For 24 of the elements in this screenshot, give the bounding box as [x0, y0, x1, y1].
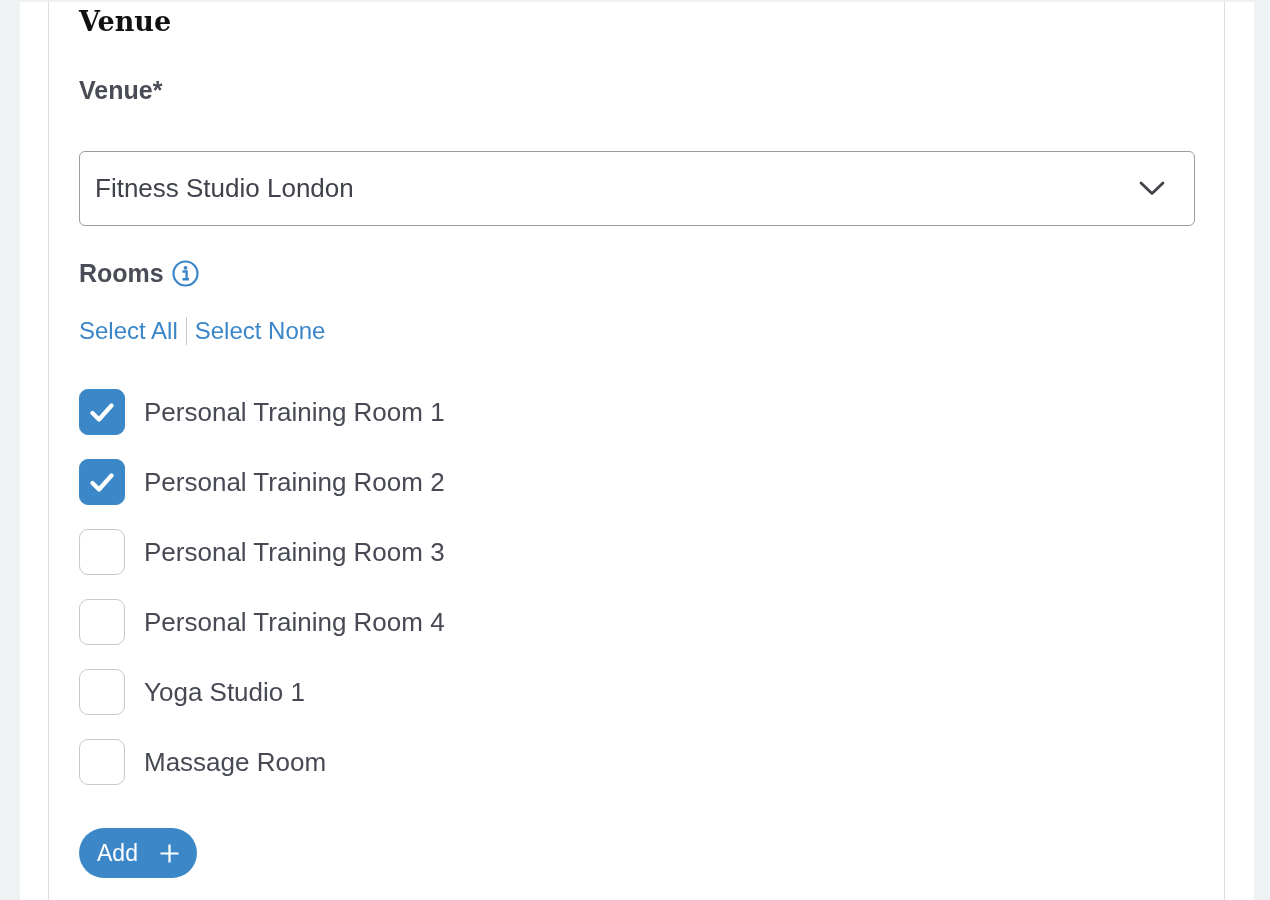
checkbox[interactable]: [79, 529, 125, 575]
checkbox-label: Personal Training Room 1: [144, 397, 445, 427]
check-icon: [90, 402, 114, 422]
field-label: Venue*: [79, 75, 164, 105]
checkbox[interactable]: [79, 669, 125, 715]
text-link[interactable]: Select None: [194, 317, 326, 345]
section-heading: Venue: [79, 5, 173, 39]
field-label: Rooms: [79, 258, 164, 288]
venue-dropdown[interactable]: Fitness Studio London: [79, 151, 1195, 226]
text-link[interactable]: Select All: [79, 317, 178, 345]
checkbox-label: Massage Room: [144, 747, 327, 777]
checkbox[interactable]: [79, 599, 125, 645]
checkbox[interactable]: [79, 389, 125, 435]
checkbox[interactable]: [79, 739, 125, 785]
check-icon: [90, 472, 114, 492]
info-icon[interactable]: [171, 259, 199, 287]
plus-icon: [159, 843, 179, 863]
checkbox-label: Yoga Studio 1: [144, 677, 305, 707]
checkbox-label: Personal Training Room 4: [144, 607, 445, 637]
checkbox-label: Personal Training Room 3: [144, 537, 445, 567]
checkbox-label: Personal Training Room 2: [144, 467, 445, 497]
add-button[interactable]: Add: [79, 828, 197, 878]
chevron-down-icon: [1139, 181, 1165, 196]
checkbox[interactable]: [79, 459, 125, 505]
